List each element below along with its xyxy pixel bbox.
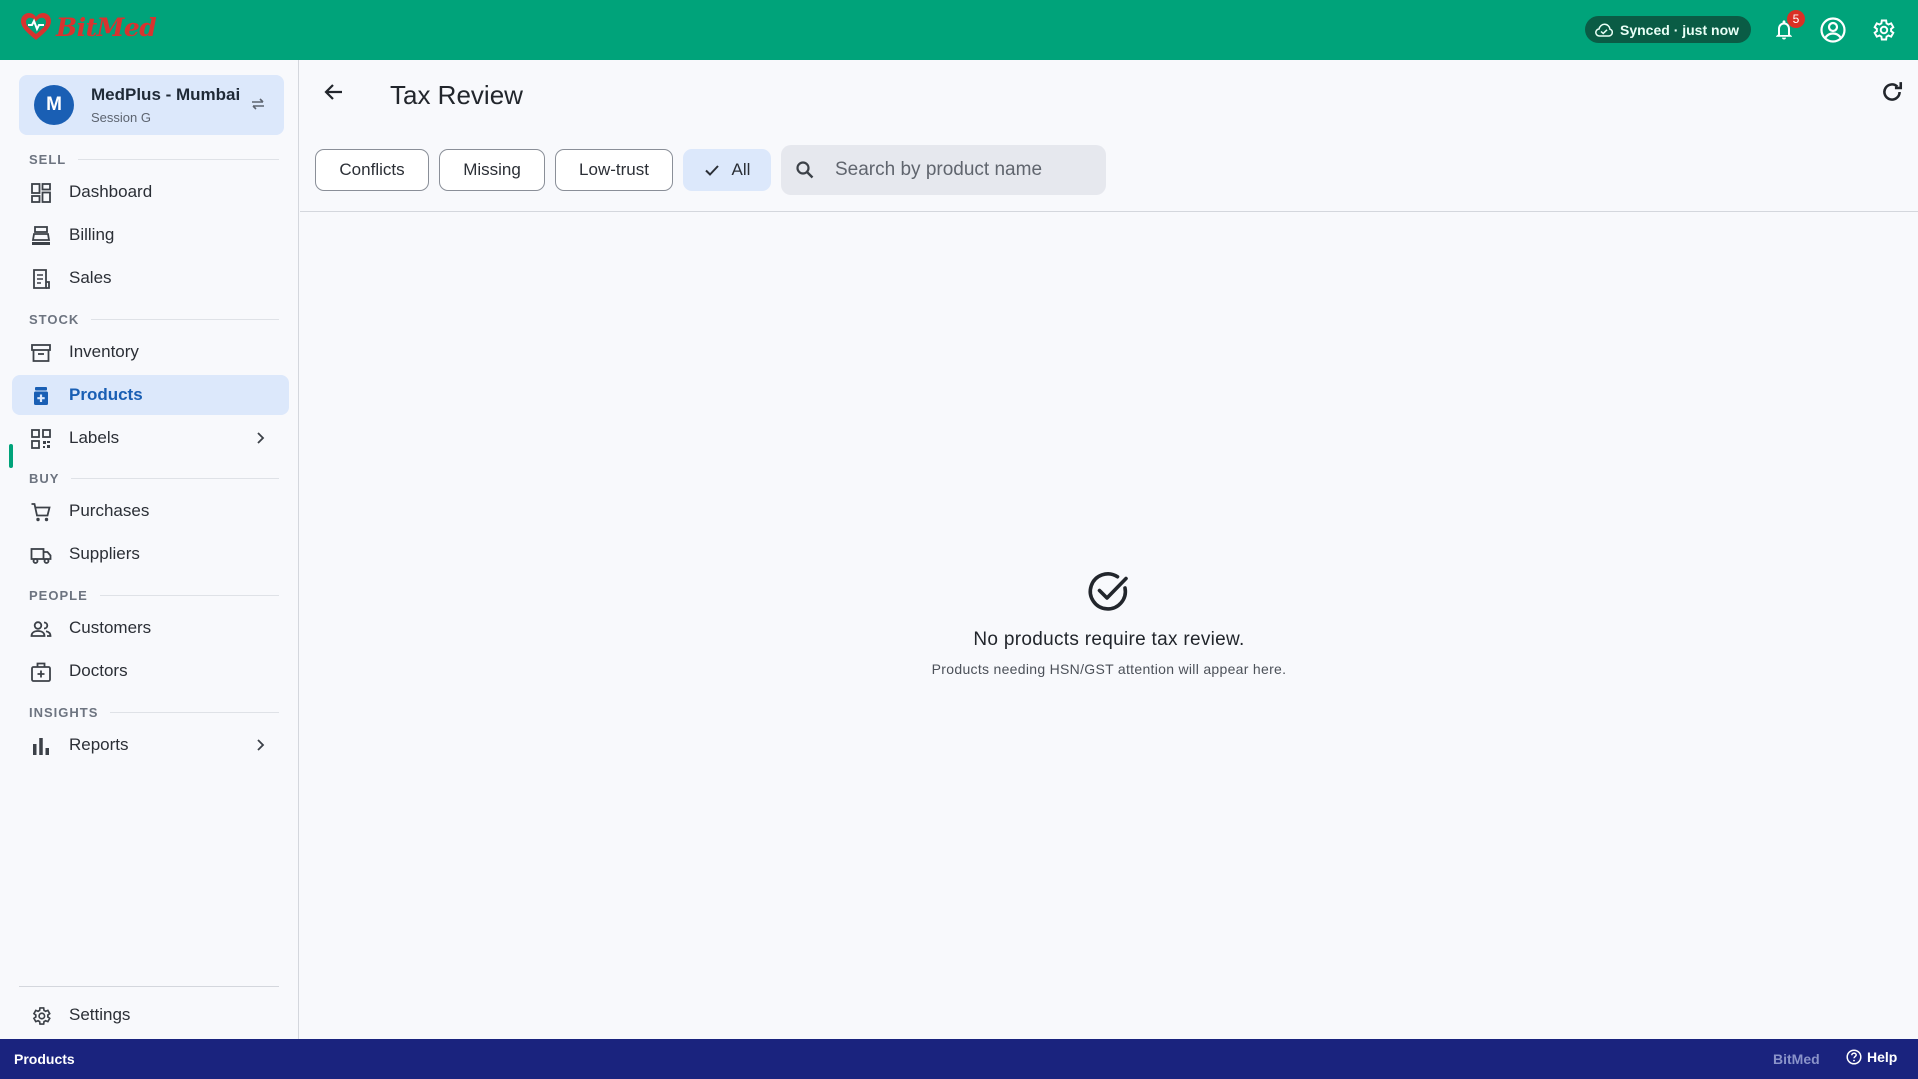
section-buy-label: BUY — [29, 471, 60, 486]
app-logo[interactable]: BitMed — [20, 12, 157, 42]
section-buy: BUY — [29, 471, 279, 486]
sidebar-item-settings[interactable]: Settings — [12, 995, 289, 1035]
page-title: Tax Review — [390, 80, 523, 110]
brand-name: BitMed — [56, 12, 157, 42]
help-circle-icon — [1846, 1049, 1862, 1065]
sidebar-item-customers-label: Customers — [69, 618, 152, 637]
arrow-back-icon — [324, 84, 342, 100]
sidebar-item-settings-label: Settings — [69, 1005, 131, 1024]
back-button[interactable] — [318, 76, 350, 108]
sidebar-item-sales-label: Sales — [69, 268, 112, 287]
account-button[interactable] — [1817, 14, 1849, 46]
sidebar-item-sales[interactable]: Sales — [12, 258, 289, 298]
sidebar-item-purchases[interactable]: Purchases — [12, 491, 289, 531]
account-circle-icon — [1820, 17, 1846, 43]
notifications-button[interactable]: 5 — [1768, 10, 1805, 46]
swap-horiz-icon — [252, 98, 264, 110]
search-input[interactable] — [835, 145, 1095, 195]
section-people-label: PEOPLE — [29, 588, 88, 603]
dashboard-icon — [31, 183, 51, 203]
toolbar-divider — [300, 211, 1918, 212]
store-name: MedPlus - Mumbai — [91, 85, 241, 104]
sync-status-text: Synced · just now — [1620, 21, 1740, 38]
empty-state-title: No products require tax review. — [973, 629, 1245, 650]
gear-icon — [1873, 19, 1895, 41]
empty-state-subtitle: Products needing HSN/GST attention will … — [931, 661, 1287, 677]
sidebar-item-billing-label: Billing — [69, 225, 115, 244]
store-switcher[interactable]: M MedPlus - Mumbai Session G — [19, 75, 284, 135]
sidebar-item-dashboard[interactable]: Dashboard — [12, 172, 289, 212]
sync-status-pill[interactable]: Synced · just now — [1585, 16, 1752, 43]
bar-chart-icon — [33, 738, 49, 755]
sidebar-item-reports-label: Reports — [69, 735, 129, 754]
people-icon — [30, 621, 52, 637]
filter-chip-all[interactable]: All — [683, 149, 771, 191]
receipt-icon — [33, 269, 50, 289]
help-label: Help — [1867, 1049, 1898, 1065]
sidebar: M MedPlus - Mumbai Session G SELL Dashbo… — [0, 60, 299, 1039]
sidebar-item-inventory[interactable]: Inventory — [12, 332, 289, 372]
sidebar-item-customers[interactable]: Customers — [12, 608, 289, 648]
sidebar-divider — [19, 986, 279, 987]
section-stock-label: STOCK — [29, 312, 80, 327]
chevron-right-icon — [257, 432, 265, 444]
truck-icon — [30, 548, 52, 564]
archive-box-icon — [31, 344, 51, 362]
sidebar-item-suppliers[interactable]: Suppliers — [12, 534, 289, 574]
medication-icon — [34, 387, 48, 405]
check-icon — [704, 165, 719, 176]
sidebar-item-labels[interactable]: Labels — [12, 418, 289, 458]
filter-chip-low-trust[interactable]: Low-trust — [555, 149, 673, 191]
sidebar-item-labels-label: Labels — [69, 428, 120, 447]
check-circle-icon — [1088, 572, 1128, 611]
sidebar-item-inventory-label: Inventory — [69, 342, 139, 361]
settings-button[interactable] — [1867, 14, 1899, 46]
sidebar-item-products[interactable]: Products — [12, 375, 289, 415]
chevron-right-icon — [257, 739, 265, 751]
refresh-icon — [1883, 82, 1903, 101]
search-icon — [796, 161, 814, 179]
section-stock: STOCK — [29, 312, 279, 327]
filter-chip-missing-label: Missing — [463, 160, 521, 179]
section-sell: SELL — [29, 152, 279, 167]
cloud-done-icon — [1595, 23, 1613, 37]
section-insights-label: INSIGHTS — [29, 705, 99, 720]
sidebar-item-dashboard-label: Dashboard — [69, 182, 153, 201]
heart-logo-icon — [21, 13, 51, 40]
current-section-label: Products — [14, 1051, 75, 1067]
sidebar-item-doctors[interactable]: Doctors — [12, 651, 289, 691]
medical-bag-icon — [31, 662, 51, 682]
search-field[interactable] — [781, 145, 1106, 195]
filter-chip-conflicts-label: Conflicts — [339, 160, 405, 179]
store-session: Session G — [91, 110, 151, 125]
filter-chip-all-label: All — [731, 160, 751, 179]
footer-brand: BitMed — [1773, 1051, 1820, 1067]
status-bar: Products BitMed Help — [0, 1039, 1918, 1079]
section-people: PEOPLE — [29, 588, 279, 603]
shopping-cart-icon — [31, 503, 51, 522]
main-content: Tax Review Conflicts Missing Low-trust A… — [300, 60, 1918, 1039]
notification-count-badge: 5 — [1787, 10, 1805, 28]
filter-chip-conflicts[interactable]: Conflicts — [315, 149, 429, 191]
qr-code-icon — [31, 429, 51, 449]
sidebar-item-suppliers-label: Suppliers — [69, 544, 140, 563]
empty-state: No products require tax review. Products… — [300, 568, 1918, 677]
filter-chip-low-trust-label: Low-trust — [579, 160, 649, 179]
sidebar-item-billing[interactable]: Billing — [12, 215, 289, 255]
section-insights: INSIGHTS — [29, 705, 279, 720]
point-of-sale-icon — [31, 226, 51, 245]
top-app-bar: BitMed Synced · just now 5 — [0, 0, 1918, 60]
sidebar-item-purchases-label: Purchases — [69, 501, 150, 520]
section-sell-label: SELL — [29, 152, 67, 167]
filter-chip-missing[interactable]: Missing — [439, 149, 545, 191]
gear-icon — [32, 1007, 51, 1025]
sidebar-item-reports[interactable]: Reports — [12, 725, 289, 765]
help-button[interactable]: Help — [1846, 1049, 1897, 1065]
refresh-button[interactable] — [1878, 78, 1906, 106]
store-avatar: M — [34, 85, 74, 125]
sidebar-item-doctors-label: Doctors — [69, 661, 128, 680]
sidebar-item-products-label: Products — [69, 385, 143, 404]
